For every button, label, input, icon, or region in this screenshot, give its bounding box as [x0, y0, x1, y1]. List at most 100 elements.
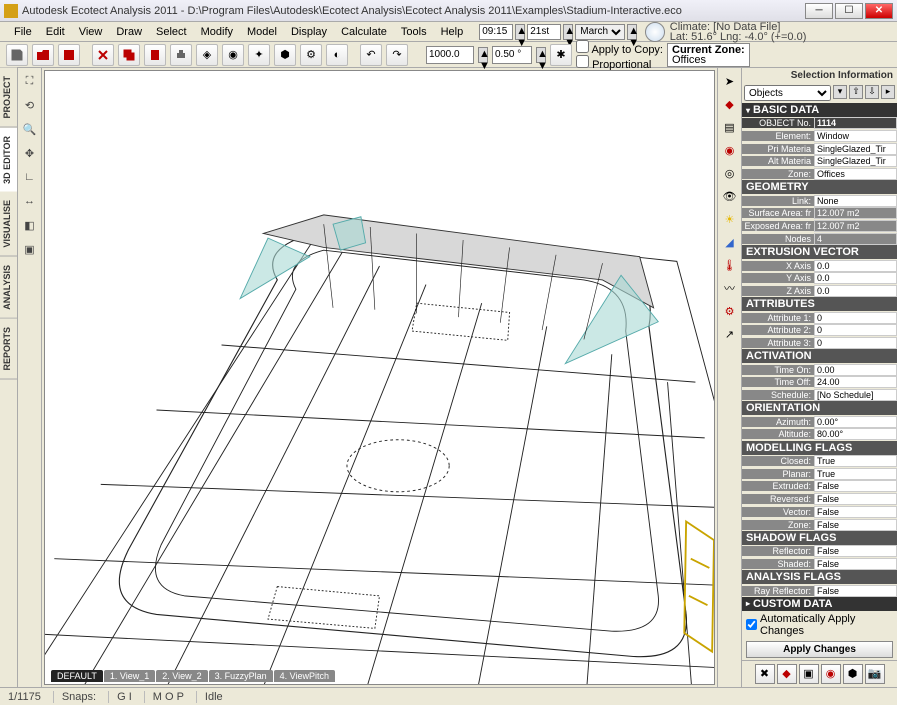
month-spinner[interactable]: ▲▼ [627, 24, 637, 40]
apply-copy-checkbox[interactable] [576, 40, 589, 53]
minimize-button[interactable]: ─ [805, 3, 833, 19]
time-hour-input[interactable] [479, 24, 513, 40]
visibility-icon[interactable]: ◎ [721, 164, 739, 182]
sel-next-button[interactable]: ⇩ [865, 85, 879, 99]
element-field[interactable]: Window [814, 130, 897, 142]
snap-input[interactable] [492, 46, 532, 64]
axis-icon[interactable]: ∟ [21, 168, 39, 186]
tool-e-button[interactable]: ⚙ [300, 44, 322, 66]
viewtab-2[interactable]: 2. View_2 [156, 670, 207, 682]
attr3-field[interactable]: 0 [814, 337, 897, 349]
ray-reflector-field[interactable]: False [814, 585, 897, 597]
tab-analysis[interactable]: ANALYSIS [0, 257, 17, 319]
activation-header[interactable]: ACTIVATION [742, 349, 897, 363]
redo-button[interactable]: ↷ [386, 44, 408, 66]
undo-button[interactable]: ↶ [360, 44, 382, 66]
zoom-icon[interactable]: 🔍 [21, 120, 39, 138]
panel-icon-5[interactable]: ⬢ [843, 664, 863, 684]
wind-icon[interactable]: 〰 [721, 279, 739, 297]
menu-draw[interactable]: Draw [110, 24, 148, 40]
attr2-field[interactable]: 0 [814, 324, 897, 336]
reflector-field[interactable]: False [814, 545, 897, 557]
material-icon[interactable]: ◉ [721, 141, 739, 159]
paste-button[interactable] [144, 44, 166, 66]
thermal-icon[interactable]: 🌡 [721, 256, 739, 274]
sel-prev-button[interactable]: ⇧ [849, 85, 863, 99]
sun-icon[interactable]: ☀ [721, 210, 739, 228]
new-button[interactable] [6, 44, 28, 66]
pri-material-field[interactable]: SingleGlazed_Tir [814, 143, 897, 155]
tab-3d-editor[interactable]: 3D EDITOR [0, 128, 17, 193]
pan-icon[interactable]: ✥ [21, 144, 39, 162]
alt-material-field[interactable]: SingleGlazed_Tir [814, 155, 897, 167]
extruded-field[interactable]: False [814, 480, 897, 492]
close-button[interactable]: ✕ [865, 3, 893, 19]
compass-icon[interactable]: ✱ [550, 44, 572, 66]
current-zone-box[interactable]: Current Zone: Offices [667, 43, 750, 67]
day-spinner[interactable]: ▲▼ [563, 24, 573, 40]
tool-a-button[interactable]: ◈ [196, 44, 218, 66]
time-on-field[interactable]: 0.00 [814, 364, 897, 376]
azimuth-field[interactable]: 0.00° [814, 416, 897, 428]
perspective-icon[interactable]: ▣ [21, 240, 39, 258]
basic-data-header[interactable]: ▾BASIC DATA [742, 103, 897, 117]
schedule-field[interactable]: [No Schedule] [814, 389, 897, 401]
analysis-flags-header[interactable]: ANALYSIS FLAGS [742, 570, 897, 584]
menu-edit[interactable]: Edit [40, 24, 71, 40]
proportional-checkbox[interactable] [576, 55, 589, 68]
menu-display[interactable]: Display [285, 24, 333, 40]
maximize-button[interactable]: ☐ [835, 3, 863, 19]
shaded-field[interactable]: False [814, 558, 897, 570]
menu-view[interactable]: View [73, 24, 109, 40]
attr1-field[interactable]: 0 [814, 312, 897, 324]
auto-apply-checkbox[interactable] [746, 619, 757, 630]
eye-icon[interactable]: 👁 [721, 187, 739, 205]
layer-icon[interactable]: ▤ [721, 118, 739, 136]
attributes-header[interactable]: ATTRIBUTES [742, 297, 897, 311]
sel-more-button[interactable]: ▸ [881, 85, 895, 99]
distance-input[interactable] [426, 46, 474, 64]
print-button[interactable] [170, 44, 192, 66]
vector-field[interactable]: False [814, 506, 897, 518]
viewtab-default[interactable]: DEFAULT [51, 670, 103, 682]
shadow-icon[interactable]: ◢ [721, 233, 739, 251]
cube-icon[interactable]: ◧ [21, 216, 39, 234]
settings-icon[interactable]: ⚙ [721, 302, 739, 320]
zoneflag-field[interactable]: False [814, 519, 897, 531]
sel-dropdown-icon[interactable]: ▾ [833, 85, 847, 99]
hour-spinner[interactable]: ▲▼ [515, 24, 525, 40]
menu-select[interactable]: Select [150, 24, 193, 40]
x-axis-field[interactable]: 0.0 [814, 260, 897, 272]
apply-changes-button[interactable]: Apply Changes [746, 641, 893, 658]
planar-field[interactable]: True [814, 468, 897, 480]
measure-icon[interactable]: ↔ [21, 192, 39, 210]
save-button[interactable] [58, 44, 80, 66]
rotate-icon[interactable]: ⟲ [21, 96, 39, 114]
3d-viewport[interactable]: DEFAULT 1. View_1 2. View_2 3. FuzzyPlan… [44, 70, 715, 685]
y-axis-field[interactable]: 0.0 [814, 272, 897, 284]
cut-button[interactable] [92, 44, 114, 66]
export-icon[interactable]: ↗ [721, 325, 739, 343]
copy-button[interactable] [118, 44, 140, 66]
menu-help[interactable]: Help [435, 24, 470, 40]
panel-icon-3[interactable]: ▣ [799, 664, 819, 684]
link-field[interactable]: None [814, 195, 897, 207]
tab-reports[interactable]: REPORTS [0, 319, 17, 380]
tab-project[interactable]: PROJECT [0, 68, 17, 128]
time-off-field[interactable]: 24.00 [814, 376, 897, 388]
panel-icon-4[interactable]: ◉ [821, 664, 841, 684]
panel-icon-2[interactable]: ◆ [777, 664, 797, 684]
dist-spinner[interactable]: ▲▼ [478, 47, 488, 63]
tool-f-button[interactable]: ◐ [326, 44, 348, 66]
viewtab-3[interactable]: 3. FuzzyPlan [209, 670, 273, 682]
tool-d-button[interactable]: ⬢ [274, 44, 296, 66]
geometry-header[interactable]: GEOMETRY [742, 180, 897, 194]
menu-tools[interactable]: Tools [395, 24, 433, 40]
menu-modify[interactable]: Modify [195, 24, 239, 40]
tool-c-button[interactable]: ✦ [248, 44, 270, 66]
custom-data-header[interactable]: ▸CUSTOM DATA [742, 597, 897, 611]
menu-file[interactable]: File [8, 24, 38, 40]
altitude-field[interactable]: 80.00° [814, 428, 897, 440]
object-selector[interactable]: Objects [744, 85, 831, 101]
open-button[interactable] [32, 44, 54, 66]
